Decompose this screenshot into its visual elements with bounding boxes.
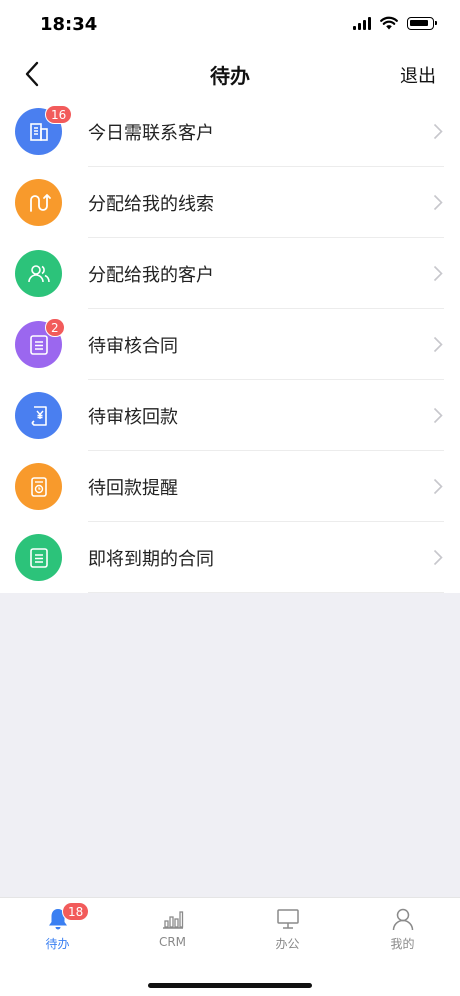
signal-icon [353,16,371,30]
tab-label: 我的 [390,937,415,951]
divider [88,592,444,593]
status-bar: 18:34 [0,0,460,48]
list-item-expiring-contracts[interactable]: 即将到期的合同 [0,522,460,593]
item-label: 待审核回款 [88,407,178,428]
tab-label: 办公 [275,937,300,951]
list-item-payment-reminder[interactable]: 待回款提醒 [0,451,460,522]
item-label: 分配给我的线索 [88,194,214,215]
count-badge: 2 [45,318,65,337]
status-time: 18:34 [40,14,98,35]
list-item-pending-payments[interactable]: 待审核回款 [0,380,460,451]
tab-label: 待办 [45,937,70,951]
tab-todo[interactable]: 18 待办 [0,898,115,958]
wifi-icon [380,16,398,30]
chevron-right-icon [433,478,443,495]
tab-bar: 18 待办 CRM 办公 我的 [0,897,460,996]
route-icon [29,193,51,212]
chevron-right-icon [433,123,443,140]
item-label: 今日需联系客户 [88,123,214,144]
home-indicator [148,983,312,988]
tab-label: CRM [158,935,187,949]
list-item-assigned-leads[interactable]: 分配给我的线索 [0,167,460,238]
users-icon [27,264,50,282]
item-icon-bg [15,392,62,439]
count-badge: 18 [62,902,90,921]
chevron-right-icon [433,265,443,282]
payment-clock-icon [30,476,47,497]
item-label: 即将到期的合同 [88,549,214,570]
item-label: 待审核合同 [88,336,178,357]
chevron-right-icon [433,407,443,424]
todo-list: 16 今日需联系客户 分配给我的线索 分配给我的客户 2 待审核合同 待审核回款… [0,96,460,593]
item-icon-bg [15,179,62,226]
item-icon-bg [15,463,62,510]
page-title: 待办 [210,64,250,88]
item-icon-bg [15,250,62,297]
tab-profile[interactable]: 我的 [345,898,460,958]
item-label: 待回款提醒 [88,478,178,499]
tab-office[interactable]: 办公 [230,898,345,958]
chevron-right-icon [433,549,443,566]
battery-icon [407,16,437,30]
user-icon [392,908,413,931]
nav-bar: 待办 退出 [0,48,460,100]
tab-icon-wrap [160,906,186,932]
list-item-assigned-customers[interactable]: 分配给我的客户 [0,238,460,309]
monitor-icon [276,909,299,929]
status-icons [353,16,437,30]
document-icon [29,334,48,355]
logout-button[interactable]: 退出 [400,62,436,88]
document-icon [29,547,48,568]
list-item-contact-customers[interactable]: 16 今日需联系客户 [0,96,460,167]
chevron-right-icon [433,336,443,353]
tab-icon-wrap [390,906,416,932]
bar-chart-icon [162,911,183,929]
count-badge: 16 [45,105,73,124]
building-icon [29,122,48,141]
yen-document-icon [30,405,47,426]
item-icon-bg [15,534,62,581]
tab-icon-wrap [275,906,301,932]
chevron-right-icon [433,194,443,211]
tab-crm[interactable]: CRM [115,898,230,958]
list-item-pending-contracts[interactable]: 2 待审核合同 [0,309,460,380]
item-label: 分配给我的客户 [88,265,214,286]
